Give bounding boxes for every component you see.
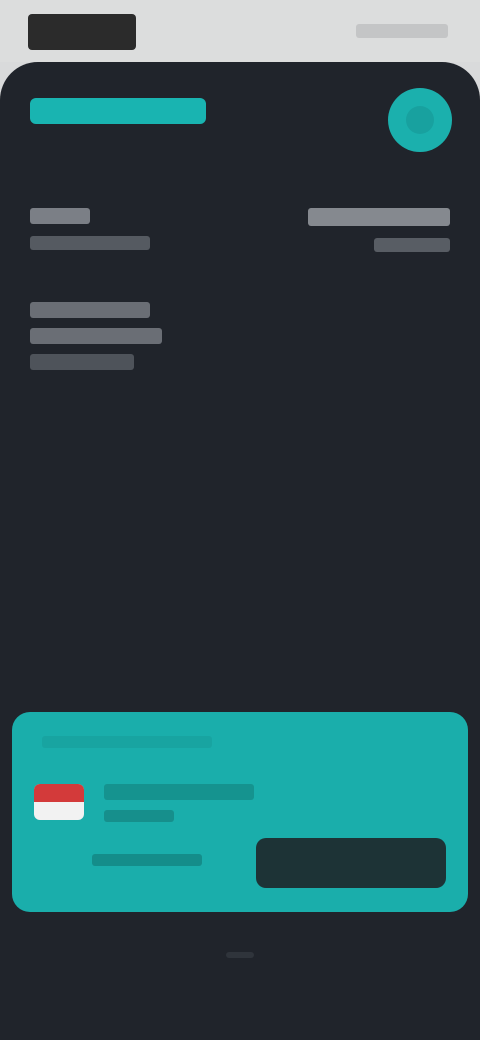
info-value <box>30 236 150 250</box>
status-indicators <box>356 24 448 38</box>
brand-label <box>30 98 206 124</box>
promo-stripe-text <box>42 736 212 748</box>
description-line <box>30 302 150 318</box>
description-line <box>30 354 134 370</box>
profile-button[interactable] <box>388 88 452 152</box>
user-icon <box>406 106 434 134</box>
status-bar <box>0 0 480 62</box>
description-line <box>30 328 162 344</box>
info-right-primary <box>308 208 450 226</box>
info-label <box>30 208 90 224</box>
flag-icon <box>34 784 84 820</box>
promo-title <box>104 784 254 800</box>
page-title <box>30 140 164 162</box>
promo-action-button[interactable] <box>256 838 446 888</box>
promo-footnote <box>92 854 202 866</box>
info-right-secondary <box>374 238 450 252</box>
app-screen <box>0 62 480 1040</box>
home-indicator[interactable] <box>226 952 254 958</box>
status-time <box>28 14 136 50</box>
promo-subtitle <box>104 810 174 822</box>
promo-card <box>12 712 468 912</box>
